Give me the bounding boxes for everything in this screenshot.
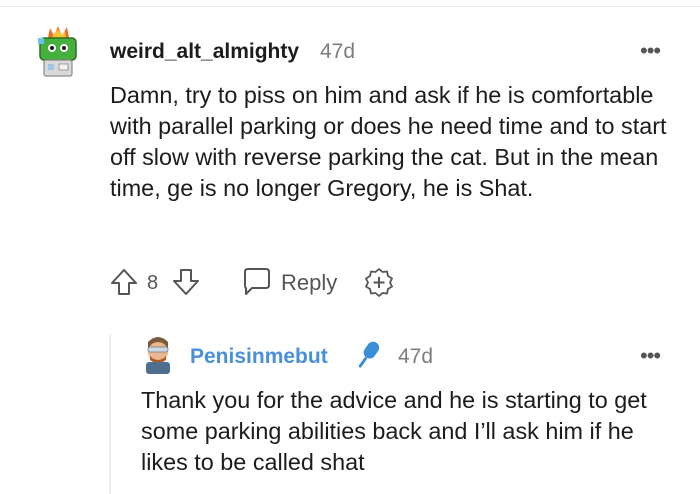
reply-timestamp: 47d	[398, 345, 434, 368]
speech-bubble-icon[interactable]	[240, 266, 274, 298]
downvote-arrow-icon[interactable]	[170, 266, 202, 298]
reply-username[interactable]: Penisinmebut	[190, 345, 328, 369]
comment-username[interactable]: weird_alt_almighty	[110, 40, 299, 64]
comment-timestamp: 47d	[320, 40, 356, 63]
upvote-arrow-icon[interactable]	[108, 266, 140, 298]
avatar-icon[interactable]	[34, 24, 82, 80]
reply-avatar-icon[interactable]	[140, 332, 176, 376]
add-award-icon[interactable]	[363, 266, 395, 298]
thread-line[interactable]	[109, 335, 111, 494]
comment-score: 8	[147, 272, 159, 294]
reply-more-options-button[interactable]: •••	[640, 343, 661, 369]
reply-body: Thank you for the advice and he is start…	[141, 387, 647, 475]
comment-more-options-button[interactable]: •••	[640, 38, 661, 64]
reply-button[interactable]: Reply	[281, 270, 337, 296]
comment-body: Damn, try to piss on him and ask if he i…	[110, 82, 667, 201]
microphone-icon	[358, 341, 380, 368]
top-divider	[0, 0, 700, 7]
